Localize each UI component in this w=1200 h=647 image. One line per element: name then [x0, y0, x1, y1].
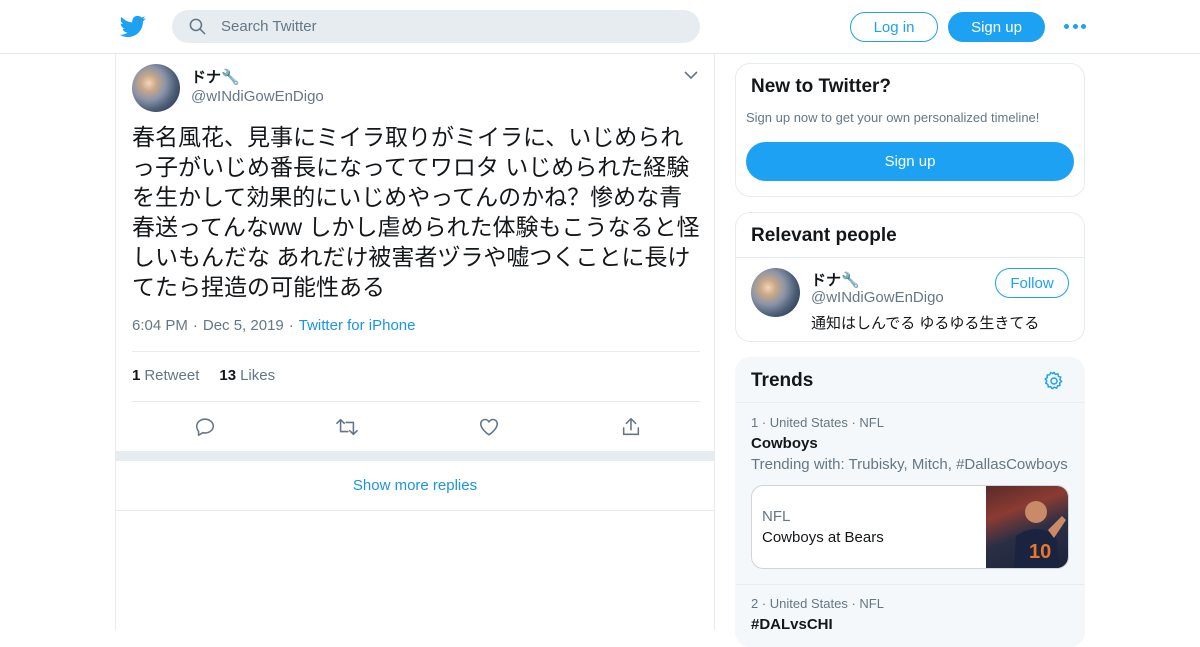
news-title: Cowboys at Bears — [762, 529, 884, 546]
separator-dot: · — [288, 317, 294, 334]
trend-meta: 2 · United States · NFL — [751, 596, 884, 611]
retweet-count: 1 — [132, 367, 141, 384]
new-to-twitter-title: New to Twitter? — [751, 76, 892, 97]
top-navigation-bar: Log in Sign up — [0, 0, 1200, 54]
person-handle[interactable]: @wINdiGowEnDigo — [811, 289, 944, 306]
tweet-metadata: 6:04 PM · Dec 5, 2019 · Twitter for iPho… — [132, 317, 415, 334]
relevant-people-title: Relevant people — [751, 225, 897, 246]
tweet-stats: 1 Retweet 13 Likes — [132, 367, 295, 384]
like-label: Likes — [240, 367, 276, 384]
chevron-down-icon[interactable] — [683, 68, 699, 82]
author-display-name[interactable]: ドナ🔧 — [191, 66, 240, 87]
search-icon — [189, 18, 206, 35]
like-heart-icon[interactable] — [476, 414, 502, 440]
divider — [736, 257, 1084, 258]
news-category: NFL — [762, 508, 791, 525]
person-bio: 通知はしんでる ゆるゆる生きてる — [811, 315, 1040, 332]
trend-news-card[interactable]: NFL Cowboys at Bears 10 — [751, 485, 1069, 569]
new-to-twitter-card: New to Twitter? Sign up now to get your … — [735, 63, 1085, 197]
retweet-icon[interactable] — [334, 414, 360, 440]
tweet-time[interactable]: 6:04 PM — [132, 317, 188, 334]
more-options-icon[interactable] — [1064, 18, 1086, 34]
follow-button[interactable]: Follow — [995, 268, 1069, 298]
new-to-twitter-subtitle: Sign up now to get your own personalized… — [746, 110, 1040, 125]
svg-text:10: 10 — [1029, 541, 1051, 563]
news-thumbnail: 10 — [986, 486, 1068, 568]
relevant-people-card: Relevant people ドナ🔧 @wINdiGowEnDigo 通知はし… — [735, 212, 1085, 342]
trends-title: Trends — [751, 370, 814, 391]
tweet-actions — [132, 414, 700, 440]
author-avatar[interactable] — [132, 64, 180, 112]
trends-card: Trends 1 · United States · NFL Cowboys T… — [735, 357, 1085, 647]
divider — [132, 401, 700, 402]
sidebar-signup-button[interactable]: Sign up — [746, 142, 1074, 181]
like-count-link[interactable]: 13 Likes — [219, 367, 275, 384]
signup-button[interactable]: Sign up — [948, 12, 1045, 42]
trend-name[interactable]: #DALvsCHI — [751, 616, 833, 633]
trend-meta: 1 · United States · NFL — [751, 415, 884, 430]
person-display-name[interactable]: ドナ🔧 — [811, 269, 860, 290]
separator-dot: · — [192, 317, 198, 334]
trend-name[interactable]: Cowboys — [751, 435, 818, 452]
divider — [736, 584, 1084, 585]
author-handle[interactable]: @wINdiGowEnDigo — [191, 88, 324, 105]
main-column: ドナ🔧 @wINdiGowEnDigo 春名風花、見事にミイラ取りがミイラに、い… — [115, 54, 715, 630]
like-count: 13 — [219, 367, 237, 384]
tweet-date[interactable]: Dec 5, 2019 — [203, 317, 284, 334]
tweet-source-link[interactable]: Twitter for iPhone — [299, 317, 416, 334]
retweet-label: Retweet — [144, 367, 200, 384]
gear-icon[interactable] — [1043, 370, 1065, 392]
search-bar[interactable] — [172, 10, 700, 43]
search-input[interactable] — [221, 18, 681, 35]
divider — [132, 351, 700, 352]
person-avatar[interactable] — [751, 268, 800, 317]
twitter-bird-logo-icon[interactable] — [120, 13, 146, 39]
tweet-text: 春名風花、見事にミイラ取りがミイラに、いじめられっ子がいじめ番長になっててワロタ… — [132, 124, 700, 300]
divider — [736, 402, 1084, 403]
show-more-replies-button[interactable]: Show more replies — [116, 461, 714, 511]
reply-icon[interactable] — [192, 414, 218, 440]
trend-trending-with: Trending with: Trubisky, Mitch, #DallasC… — [751, 456, 1068, 473]
share-icon[interactable] — [618, 414, 644, 440]
replies-separator — [116, 451, 714, 461]
retweet-count-link[interactable]: 1 Retweet — [132, 367, 199, 384]
login-button[interactable]: Log in — [850, 12, 938, 42]
